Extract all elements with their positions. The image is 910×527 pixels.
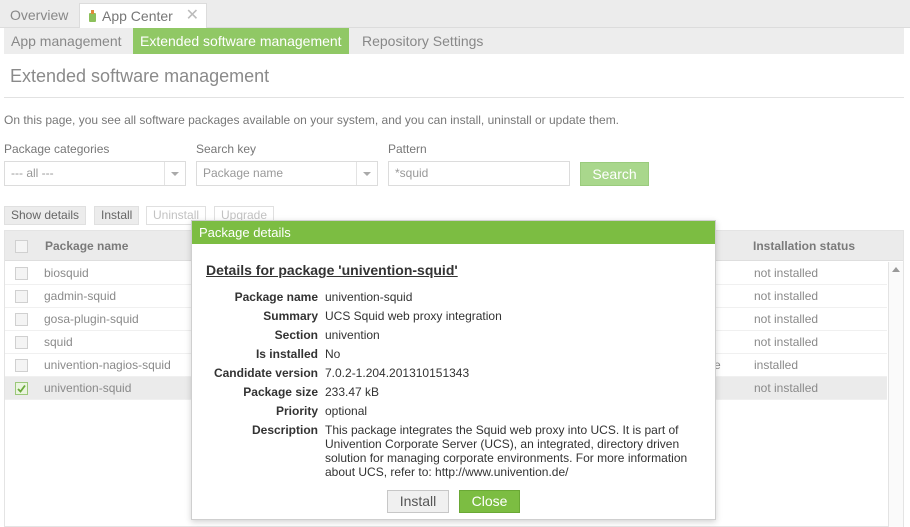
description-line: Univention Corporate Server (UCS), an in… (325, 437, 680, 451)
sub-tab-bar: App management Extended software managem… (4, 28, 904, 54)
field-value: univention (325, 328, 380, 342)
dialog-install-button[interactable]: Install (387, 490, 449, 513)
description-line: solution for managing corporate environm… (325, 451, 688, 465)
page-title: Extended software management (10, 66, 270, 86)
app-center-icon (89, 10, 96, 22)
field-label: Package name (234, 290, 318, 304)
package-name: squid (44, 335, 73, 349)
install-button[interactable]: Install (94, 206, 140, 225)
tab-app-center-label: App Center (102, 8, 173, 24)
package-name: univention-nagios-squid (44, 358, 171, 372)
package-name: univention-squid (44, 381, 132, 395)
page-intro: On this page, you see all software packa… (4, 113, 620, 127)
row-checkbox-checked[interactable] (15, 382, 28, 395)
field-value: UCS Squid web proxy integration (325, 309, 502, 323)
field-label: Is installed (255, 347, 318, 361)
pattern-input[interactable]: *squid (388, 161, 570, 186)
package-status: not installed (754, 312, 819, 326)
title-divider (4, 97, 904, 98)
close-tab-icon[interactable]: ✕ (186, 4, 199, 28)
tab-extended-software-management[interactable]: Extended software management (133, 28, 349, 54)
field-label: Package size (243, 385, 318, 399)
field-value: 7.0.2-1.204.201310151343 (325, 366, 470, 380)
description-line: This package integrates the Squid web pr… (325, 423, 679, 437)
column-installation-status[interactable]: Installation status (753, 239, 855, 253)
field-label: Summary (263, 309, 318, 323)
tab-overview[interactable]: Overview (4, 3, 74, 29)
tab-app-center[interactable]: App Center ✕ (79, 3, 207, 29)
description-label: Description (251, 423, 318, 437)
field-label: Section (274, 328, 318, 342)
search-key-label: Search key (196, 142, 257, 156)
checkmark-icon (17, 384, 26, 393)
row-checkbox[interactable] (15, 267, 28, 280)
show-details-button[interactable]: Show details (4, 206, 87, 225)
chevron-down-icon[interactable] (356, 162, 377, 185)
dialog-title-bar: Package details (192, 221, 715, 244)
categories-label: Package categories (4, 142, 110, 156)
dialog-heading: Details for package 'univention-squid' (206, 262, 458, 278)
row-checkbox[interactable] (15, 336, 28, 349)
package-status: not installed (754, 289, 819, 303)
search-key-select[interactable]: Package name (196, 161, 378, 186)
description-line: about UCS, refer to: http://www.univenti… (325, 465, 569, 479)
row-checkbox[interactable] (15, 359, 28, 372)
package-details-dialog: Package details Details for package 'uni… (191, 220, 716, 520)
package-name: biosquid (44, 266, 89, 280)
dialog-close-button[interactable]: Close (459, 490, 520, 513)
row-checkbox[interactable] (15, 290, 28, 303)
package-name: gadmin-squid (44, 289, 117, 303)
field-label: Candidate version (213, 366, 318, 380)
row-checkbox[interactable] (15, 313, 28, 326)
select-all-checkbox[interactable] (15, 240, 28, 253)
field-value: optional (325, 404, 368, 418)
package-status: installed (754, 358, 799, 372)
search-key-value: Package name (203, 166, 284, 180)
field-value: No (325, 347, 341, 361)
column-package-name[interactable]: Package name (45, 239, 128, 253)
package-status: not installed (754, 381, 819, 395)
package-status: not installed (754, 335, 819, 349)
tab-app-management[interactable]: App management (4, 28, 129, 54)
search-button[interactable]: Search (580, 162, 649, 186)
categories-value: --- all --- (11, 166, 54, 180)
package-status: not installed (754, 266, 819, 280)
field-value: 233.47 kB (325, 385, 380, 399)
field-label: Priority (275, 404, 318, 418)
tab-repository-settings[interactable]: Repository Settings (355, 28, 490, 54)
chevron-down-icon[interactable] (164, 162, 185, 185)
vertical-scrollbar[interactable] (888, 262, 903, 527)
field-value: univention-squid (325, 290, 413, 304)
pattern-label: Pattern (388, 142, 427, 156)
categories-select[interactable]: --- all --- (4, 161, 186, 186)
package-name: gosa-plugin-squid (44, 312, 139, 326)
